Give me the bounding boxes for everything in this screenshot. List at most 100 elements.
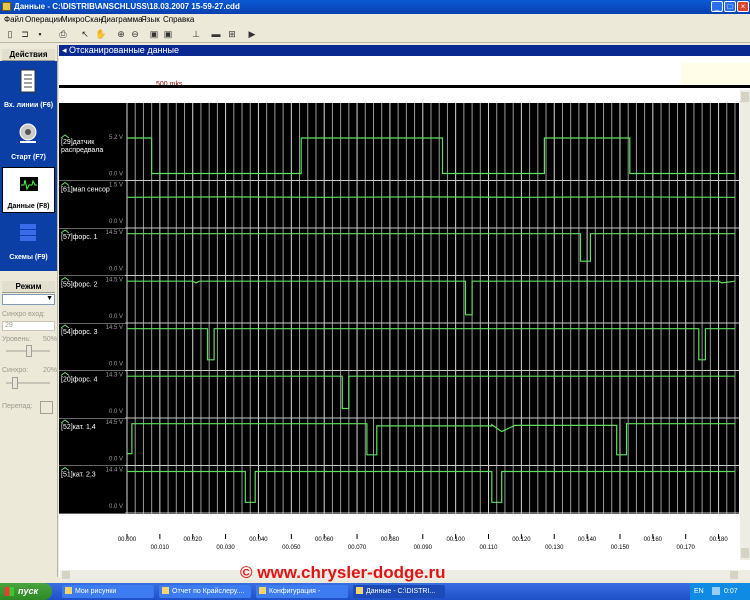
run-icon[interactable]: ▶: [247, 29, 257, 39]
channel-name: [29]датчик: [61, 139, 95, 146]
edge-toggle-button[interactable]: [40, 401, 53, 414]
start-label: пуск: [18, 586, 39, 596]
level-slider-thumb[interactable]: [26, 345, 32, 357]
chevron-down-icon: ▼: [46, 295, 53, 302]
language-indicator[interactable]: EN: [694, 583, 704, 600]
scroll-left-icon[interactable]: [62, 571, 70, 579]
task-label: Данные - C:\DISTRI...: [366, 588, 436, 595]
action-schemes[interactable]: Схемы (F9): [2, 217, 55, 263]
channel-max-label: 1.5 V: [109, 183, 123, 189]
menu-operations[interactable]: Операции: [25, 15, 62, 24]
actions-title: Действия: [2, 49, 55, 61]
task-label: Отчет по Крайслеру....: [172, 588, 245, 595]
menu-file[interactable]: Файл: [4, 15, 24, 24]
x-tick-label: 00.110: [480, 545, 499, 551]
x-tick-label: 00.170: [677, 545, 696, 551]
scroll-down-icon[interactable]: [741, 548, 749, 558]
x-tick-label: 00.020: [184, 537, 203, 543]
document-icon: [162, 587, 169, 594]
channel-name: [57]форс. 1: [61, 234, 98, 241]
network-icon[interactable]: [712, 587, 720, 595]
scroll-right-icon[interactable]: [730, 571, 738, 579]
menu-microscan[interactable]: МикроСкан: [61, 15, 103, 24]
channel-min-label: 0.0 V: [109, 267, 123, 273]
sidebar: Действия Вх. линии (F6) Старт (F7) Данны: [0, 45, 58, 577]
save-icon[interactable]: ▪: [35, 29, 45, 39]
window-icon: [356, 587, 363, 594]
channel-name: распредвала: [61, 147, 103, 154]
channels-icon[interactable]: ⊞: [227, 29, 237, 39]
menu-diagram[interactable]: Диаграмма: [101, 15, 143, 24]
sync-input-value: 29: [5, 322, 13, 329]
sync-input-label: Синхро вход:: [2, 311, 45, 318]
window-title: Данные - C:\DISTRIB\ANSCHLUSS\18.03.2007…: [14, 2, 240, 11]
toolbar: ▯ ⊐ ▪ ⎙ ↖ ✋ ⊕ ⊖ ▣ ▣ ⊥ ▬ ⊞ ▶: [0, 26, 750, 43]
channel-name: [20]форс. 4: [61, 377, 98, 384]
channel-max-label: 5.2 V: [109, 135, 123, 141]
collapse-arrow-icon[interactable]: ◂: [59, 45, 67, 55]
window-titlebar[interactable]: Данные - C:\DISTRIB\ANSCHLUSS\18.03.2007…: [0, 0, 750, 14]
mode-title: Режим: [2, 281, 55, 293]
minimize-button[interactable]: _: [711, 1, 723, 12]
start-button[interactable]: пуск: [0, 583, 52, 600]
level-label: Уровень:: [2, 336, 31, 343]
hand-icon[interactable]: ✋: [95, 29, 106, 39]
sync-slider-thumb[interactable]: [12, 377, 18, 389]
task-data[interactable]: Данные - C:\DISTRI...: [353, 585, 445, 598]
oscilloscope-chart[interactable]: [29]датчикраспредвала 5.2 V 0.0 V [61]мап с…: [59, 103, 739, 573]
task-my-pictures[interactable]: Мои рисунки: [62, 585, 154, 598]
channel-name: [54]форс. 3: [61, 329, 98, 336]
zoom-out-icon[interactable]: ⊖: [130, 29, 140, 39]
print-icon[interactable]: ⎙: [58, 29, 68, 39]
channel-name: [55]форс. 2: [61, 282, 98, 289]
x-tick-label: 00.040: [249, 537, 268, 543]
watermark: © www.chrysler-dodge.ru: [240, 563, 446, 582]
open-folder-icon[interactable]: ⊐: [20, 29, 30, 39]
oscilloscope-icon[interactable]: ▬: [211, 29, 221, 39]
schemes-stack-icon: [20, 224, 36, 241]
action-input-lines[interactable]: Вх. линии (F6): [2, 65, 55, 111]
sync-input-select[interactable]: 29: [2, 321, 55, 331]
cursor-markers-icon[interactable]: ⊥: [191, 29, 201, 39]
menu-bar: Файл Операции МикроСкан Диаграмма Язык С…: [0, 14, 750, 26]
channel-name: [52]кат. 1,4: [61, 424, 96, 431]
scroll-up-icon[interactable]: [741, 92, 749, 102]
menu-language[interactable]: Язык: [141, 15, 160, 24]
mode-select[interactable]: ▼: [2, 294, 55, 305]
x-tick-label: 00.060: [315, 537, 334, 543]
action-label: Старт (F7): [11, 154, 46, 161]
close-button[interactable]: ×: [737, 1, 749, 12]
channel-min-label: 0.0 V: [109, 504, 123, 510]
task-label: Конфигурация -: [269, 588, 321, 595]
zoom-in-icon[interactable]: ⊕: [116, 29, 126, 39]
x-tick-label: 00.090: [414, 545, 433, 551]
windows-logo-icon: [5, 587, 14, 596]
sync-label: Синхро:: [2, 367, 29, 374]
x-tick-label: 00.030: [216, 545, 235, 551]
folder-icon: [65, 587, 72, 594]
data-panel: ◂ Отсканированные данные 500 mks [29]дат…: [59, 45, 750, 577]
task-configuration[interactable]: Конфигурация -: [256, 585, 348, 598]
channel-min-label: 0.0 V: [109, 409, 123, 415]
action-data[interactable]: Данные (F8): [2, 167, 55, 213]
channel-min-label: 0.0 V: [109, 362, 123, 368]
channel-max-label: 14.5 V: [106, 278, 123, 284]
window-icon: [259, 587, 266, 594]
fit-width-icon[interactable]: ▣: [149, 29, 159, 39]
vertical-scrollbar[interactable]: [740, 90, 750, 560]
action-label: Данные (F8): [7, 203, 50, 210]
system-tray: EN 0:07: [690, 583, 750, 600]
panel-title: Отсканированные данные: [69, 45, 179, 55]
channel-name: [51]кат. 2,3: [61, 472, 96, 479]
maximize-button[interactable]: □: [724, 1, 736, 12]
action-start[interactable]: Старт (F7): [2, 117, 55, 163]
new-file-icon[interactable]: ▯: [5, 29, 15, 39]
fit-page-icon[interactable]: ▣: [163, 29, 173, 39]
x-tick-label: 00.150: [611, 545, 630, 551]
ruler-separator: [59, 85, 750, 88]
task-report[interactable]: Отчет по Крайслеру....: [159, 585, 251, 598]
x-tick-label: 00.050: [282, 545, 301, 551]
level-value: 50%: [43, 336, 58, 343]
menu-help[interactable]: Справка: [163, 15, 194, 24]
pointer-icon[interactable]: ↖: [80, 29, 90, 39]
